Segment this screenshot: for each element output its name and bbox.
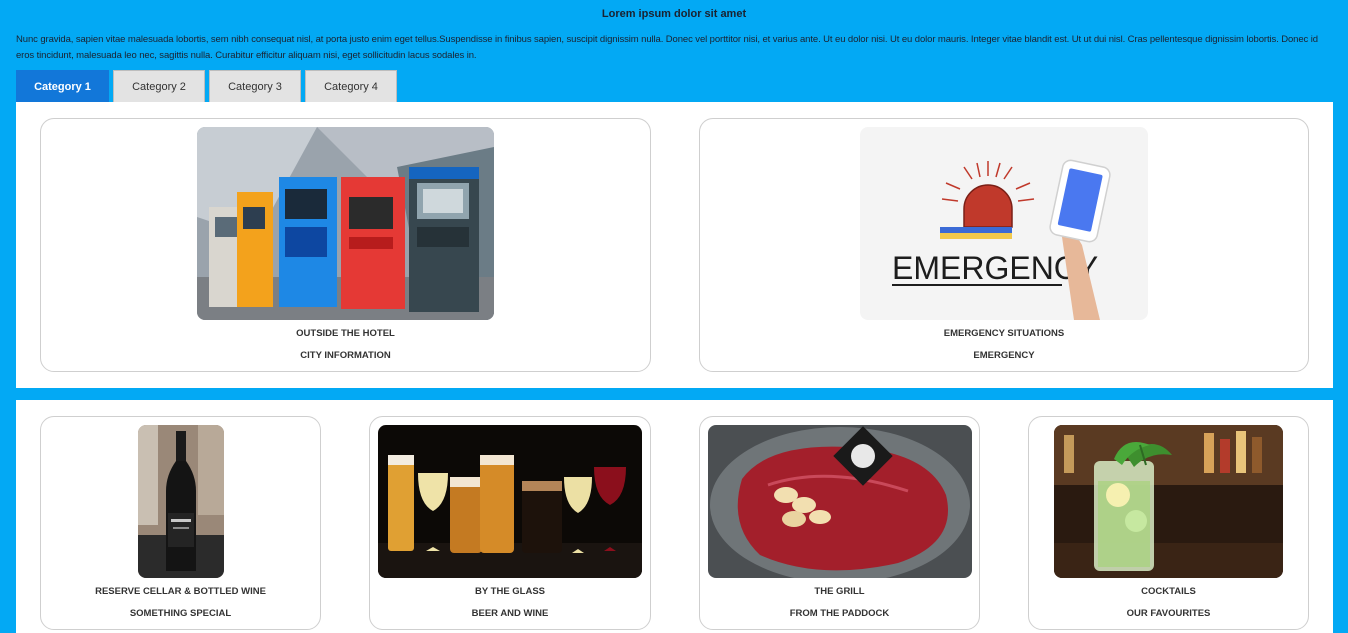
card-subtitle: BEER AND WINE	[471, 608, 549, 619]
card-title: BY THE GLASS	[474, 586, 546, 597]
atm-machines-image	[197, 127, 494, 320]
card-title: EMERGENCY SITUATIONS	[943, 328, 1065, 339]
page-title: Lorem ipsum dolor sit amet	[601, 8, 747, 20]
card-title: RESERVE CELLAR & BOTTLED WINE	[95, 586, 266, 597]
wine-bottle-image	[138, 425, 224, 578]
card-outside-the-hotel[interactable]: OUTSIDE THE HOTEL CITY INFORMATION	[40, 118, 651, 372]
category-panel-primary: OUTSIDE THE HOTEL CITY INFORMATION EMERG…	[16, 102, 1333, 388]
tab-category-2[interactable]: Category 2	[113, 70, 205, 102]
emergency-illustration-image: EMERGENCY	[860, 127, 1148, 320]
card-the-grill[interactable]: THE GRILL FROM THE PADDOCK	[699, 416, 980, 630]
card-subtitle: CITY INFORMATION	[300, 350, 391, 361]
card-cocktails[interactable]: COCKTAILS OUR FAVOURITES	[1028, 416, 1309, 630]
category-tabs: Category 1 Category 2 Category 3 Categor…	[16, 70, 401, 102]
card-subtitle: FROM THE PADDOCK	[789, 608, 890, 619]
card-by-the-glass[interactable]: BY THE GLASS BEER AND WINE	[369, 416, 651, 630]
beer-and-wine-glasses-image	[378, 425, 642, 578]
raw-steak-image	[708, 425, 972, 578]
card-subtitle: SOMETHING SPECIAL	[129, 608, 232, 619]
card-subtitle: EMERGENCY	[973, 350, 1035, 361]
mojito-cocktail-image	[1054, 425, 1283, 578]
tab-category-1[interactable]: Category 1	[16, 70, 109, 102]
card-reserve-cellar[interactable]: RESERVE CELLAR & BOTTLED WINE SOMETHING …	[40, 416, 321, 630]
card-title: OUTSIDE THE HOTEL	[296, 328, 395, 339]
card-title: COCKTAILS	[1141, 586, 1196, 597]
tab-category-4[interactable]: Category 4	[305, 70, 397, 102]
intro-text: Nunc gravida, sapien vitae malesuada lob…	[16, 34, 1318, 61]
card-title: THE GRILL	[814, 586, 865, 597]
card-subtitle: OUR FAVOURITES	[1126, 608, 1211, 619]
card-emergency-situations[interactable]: EMERGENCY EMERGENCY SITUATIONS EMERGENCY	[699, 118, 1309, 372]
tab-category-3[interactable]: Category 3	[209, 70, 301, 102]
category-panel-secondary: RESERVE CELLAR & BOTTLED WINE SOMETHING …	[16, 400, 1333, 633]
